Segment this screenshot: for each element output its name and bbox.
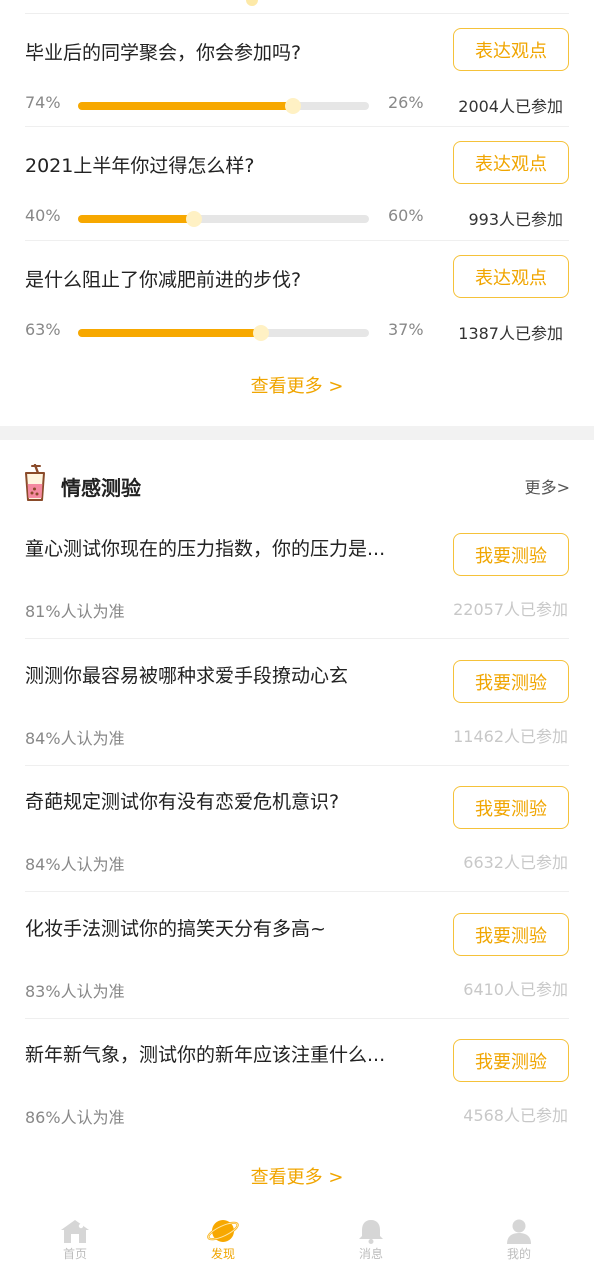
poll-left-percent: 74% [25,93,61,112]
section-separator [0,426,594,440]
express-opinion-button[interactable]: 表达观点 [453,255,569,298]
quiz-see-more-link[interactable]: 查看更多 > [0,1163,594,1189]
take-quiz-button[interactable]: 我要测验 [453,660,569,703]
poll-item: 2021上半年你过得怎么样? 表达观点 40% 60% 993人已参加 [0,113,594,241]
quiz-section-header: 情感测验 更多> [0,462,594,506]
poll-right-percent: 60% [388,206,424,225]
quiz-participant-count: 6410人已参加 [463,980,568,999]
express-opinion-button[interactable]: 表达观点 [453,141,569,184]
poll-progress-bar [78,325,369,341]
tab-messages[interactable]: 消息 [331,1218,411,1262]
poll-progress-fill [78,102,293,110]
tab-home[interactable]: 首页 [35,1218,115,1262]
poll-progress-knob [186,211,202,227]
poll-progress-bar [78,98,369,114]
tab-label: 发现 [210,1247,235,1261]
quiz-item[interactable]: 测测你最容易被哪种求爱手段撩动心玄 我要测验 84%人认为准 11462人已参加 [0,639,594,766]
bottom-tab-bar: 首页 发现 消息 我的 [0,1206,594,1280]
poll-progress-fill [78,215,194,223]
express-opinion-button[interactable]: 表达观点 [453,28,569,71]
poll-question: 2021上半年你过得怎么样? [25,155,255,177]
home-icon [61,1220,89,1243]
section-more-link[interactable]: 更多> [525,474,570,498]
take-quiz-button[interactable]: 我要测验 [453,1039,569,1082]
quiz-accuracy: 81%人认为准 [25,602,125,621]
poll-right-percent: 37% [388,320,424,339]
quiz-item[interactable]: 化妆手法测试你的搞笑天分有多高~ 我要测验 83%人认为准 6410人已参加 [0,892,594,1019]
user-icon [507,1219,531,1244]
quiz-item[interactable]: 童心测试你现在的压力指数，你的压力是... 我要测验 81%人认为准 22057… [0,512,594,639]
quiz-title: 新年新气象，测试你的新年应该注重什么... [25,1044,386,1066]
quiz-item[interactable]: 新年新气象，测试你的新年应该注重什么... 我要测验 86%人认为准 4568人… [0,1018,594,1145]
quiz-accuracy: 84%人认为准 [25,729,125,748]
take-quiz-button[interactable]: 我要测验 [453,533,569,576]
quiz-title: 童心测试你现在的压力指数，你的压力是... [25,538,386,560]
quiz-title: 奇葩规定测试你有没有恋爱危机意识? [25,791,340,813]
quiz-participant-count: 4568人已参加 [463,1106,568,1125]
poll-participant-count: 1387人已参加 [458,324,563,343]
take-quiz-button[interactable]: 我要测验 [453,786,569,829]
quiz-item[interactable]: 奇葩规定测试你有没有恋爱危机意识? 我要测验 84%人认为准 6632人已参加 [0,765,594,892]
poll-progress-fill [78,329,261,337]
poll-item: 是什么阻止了你减肥前进的步伐? 表达观点 63% 37% 1387人已参加 [0,227,594,343]
tab-label: 首页 [62,1247,87,1261]
bell-icon [359,1220,383,1244]
planet-icon [207,1220,239,1242]
take-quiz-button[interactable]: 我要测验 [453,913,569,956]
quiz-accuracy: 84%人认为准 [25,855,125,874]
quiz-participant-count: 6632人已参加 [463,853,568,872]
quiz-accuracy: 83%人认为准 [25,982,125,1001]
tab-label: 我的 [506,1247,531,1261]
poll-left-percent: 40% [25,206,61,225]
tab-discover[interactable]: 发现 [183,1218,263,1262]
quiz-title: 化妆手法测试你的搞笑天分有多高~ [25,918,326,940]
polls-see-more-link[interactable]: 查看更多 > [0,372,594,398]
quiz-participant-count: 22057人已参加 [453,600,568,619]
tab-label: 消息 [358,1247,383,1261]
quiz-accuracy: 86%人认为准 [25,1108,125,1127]
drink-cup-icon [25,464,45,501]
poll-progress-knob [285,98,301,114]
poll-progress-bar [78,211,369,227]
tab-profile[interactable]: 我的 [479,1218,559,1262]
poll-right-percent: 26% [388,93,424,112]
section-title: 情感测验 [61,476,141,500]
poll-progress-knob [253,325,269,341]
quiz-participant-count: 11462人已参加 [453,727,568,746]
quiz-title: 测测你最容易被哪种求爱手段撩动心玄 [25,665,349,687]
poll-question: 是什么阻止了你减肥前进的步伐? [25,269,302,291]
poll-item: 毕业后的同学聚会，你会参加吗? 表达观点 74% 26% 2004人已参加 [0,0,594,127]
poll-left-percent: 63% [25,320,61,339]
poll-question: 毕业后的同学聚会，你会参加吗? [25,42,302,64]
